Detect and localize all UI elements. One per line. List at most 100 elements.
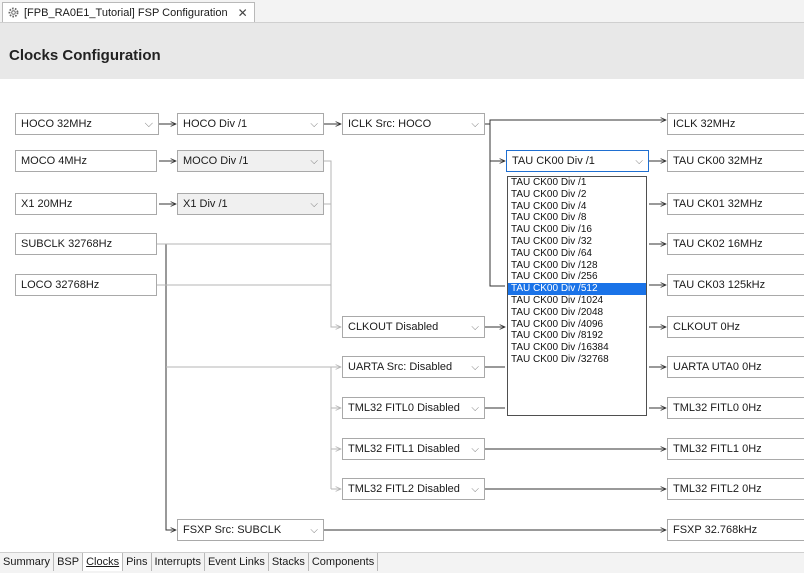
moco-source: MOCO 4MHz (15, 150, 157, 172)
chevron-down-icon: ⌵ (471, 402, 479, 414)
chevron-down-icon: ⌵ (471, 321, 479, 333)
chevron-down-icon: ⌵ (310, 118, 318, 130)
subclk-source: SUBCLK 32768Hz (15, 233, 157, 255)
dropdown-option[interactable]: TAU CK00 Div /2048 (508, 307, 646, 319)
tau-ck00-output: TAU CK00 32MHz (667, 150, 804, 172)
hoco-source-select[interactable]: HOCO 32MHz ⌵ (15, 113, 159, 135)
iclk-output-label: ICLK 32MHz (673, 118, 736, 130)
configuration-tab-bar: Summary BSP Clocks Pins Interrupts Event Link… (0, 552, 804, 573)
clock-diagram: HOCO 32MHz ⌵ MOCO 4MHz X1 20MHz SUBCLK 3… (0, 80, 804, 548)
iclk-src-label: ICLK Src: HOCO (348, 118, 432, 130)
tml32-fitl1-label: TML32 FITL1 Disabled (348, 443, 460, 455)
dropdown-option[interactable]: TAU CK00 Div /64 (508, 248, 646, 260)
chevron-down-icon: ⌵ (471, 361, 479, 373)
tau-ck03-output: TAU CK03 125kHz (667, 274, 804, 296)
chevron-down-icon: ⌵ (471, 483, 479, 495)
dropdown-option[interactable]: TAU CK00 Div /2 (508, 189, 646, 201)
hoco-div-select[interactable]: HOCO Div /1 ⌵ (177, 113, 324, 135)
dropdown-option[interactable]: TAU CK00 Div /512 (508, 283, 646, 295)
tau-ck00-output-label: TAU CK00 32MHz (673, 155, 763, 167)
fsxp-src-select[interactable]: FSXP Src: SUBCLK ⌵ (177, 519, 324, 541)
dropdown-option[interactable]: TAU CK00 Div /32 (508, 236, 646, 248)
tab-event-links[interactable]: Event Links (205, 553, 269, 571)
editor-tab-fsp-configuration[interactable]: [FPB_RA0E1_Tutorial] FSP Configuration ✕ (2, 2, 255, 22)
chevron-down-icon: ⌵ (144, 117, 153, 130)
tab-summary[interactable]: Summary (0, 553, 55, 571)
iclk-output: ICLK 32MHz (667, 113, 804, 135)
hoco-div-label: HOCO Div /1 (183, 118, 248, 130)
tml32-fitl1-output: TML32 FITL1 0Hz (667, 438, 804, 460)
dropdown-option[interactable]: TAU CK00 Div /256 (508, 271, 646, 283)
fsxp-output: FSXP 32.768kHz (667, 519, 804, 541)
editor-tab-label: [FPB_RA0E1_Tutorial] FSP Configuration (24, 6, 228, 19)
tab-stacks[interactable]: Stacks (269, 553, 309, 571)
chevron-down-icon: ⌵ (635, 155, 643, 167)
tml32-fitl0-output-label: TML32 FITL0 0Hz (673, 402, 762, 414)
loco-source: LOCO 32768Hz (15, 274, 157, 296)
tab-pins[interactable]: Pins (123, 553, 152, 571)
tau-ck03-output-label: TAU CK03 125kHz (673, 279, 766, 291)
tau-ck02-output-label: TAU CK02 16MHz (673, 238, 763, 250)
dropdown-option[interactable]: TAU CK00 Div /128 (508, 260, 646, 272)
close-icon[interactable]: ✕ (238, 6, 248, 20)
page-header: Clocks Configuration (0, 23, 804, 79)
tml32-fitl2-output: TML32 FITL2 0Hz (667, 478, 804, 500)
tab-bsp[interactable]: BSP (54, 553, 84, 571)
dropdown-option[interactable]: TAU CK00 Div /4096 (508, 319, 646, 331)
x1-source-label: X1 20MHz (21, 198, 73, 210)
dropdown-option[interactable]: TAU CK00 Div /16 (508, 224, 646, 236)
moco-source-label: MOCO 4MHz (21, 155, 87, 167)
dropdown-option[interactable]: TAU CK00 Div /8 (508, 212, 646, 224)
iclk-src-select[interactable]: ICLK Src: HOCO ⌵ (342, 113, 485, 135)
subclk-source-label: SUBCLK 32768Hz (21, 238, 113, 250)
clkout-output-label: CLKOUT 0Hz (673, 321, 741, 333)
fsxp-output-label: FSXP 32.768kHz (673, 524, 758, 536)
clkout-label: CLKOUT Disabled (348, 321, 439, 333)
chevron-down-icon: ⌵ (310, 198, 318, 210)
chevron-down-icon: ⌵ (310, 524, 318, 536)
tml32-fitl2-label: TML32 FITL2 Disabled (348, 483, 460, 495)
moco-div-select[interactable]: MOCO Div /1 ⌵ (177, 150, 324, 172)
tau-ck00-div-dropdown-list[interactable]: TAU CK00 Div /1 TAU CK00 Div /2 TAU CK00 D… (507, 176, 647, 416)
clkout-output: CLKOUT 0Hz (667, 316, 804, 338)
hoco-source-label: HOCO 32MHz (21, 118, 92, 130)
moco-div-label: MOCO Div /1 (183, 155, 249, 167)
uarta-src-select[interactable]: UARTA Src: Disabled ⌵ (342, 356, 485, 378)
chevron-down-icon: ⌵ (471, 443, 479, 455)
dropdown-option[interactable]: TAU CK00 Div /4 (508, 201, 646, 213)
chevron-down-icon: ⌵ (471, 118, 479, 130)
dropdown-option[interactable]: TAU CK00 Div /32768 (508, 354, 646, 366)
page-title: Clocks Configuration (9, 47, 161, 64)
tau-ck00-div-select[interactable]: TAU CK00 Div /1 ⌵ (506, 150, 649, 172)
tml32-fitl0-label: TML32 FITL0 Disabled (348, 402, 460, 414)
tau-ck00-div-label: TAU CK00 Div /1 (512, 155, 595, 167)
clkout-select[interactable]: CLKOUT Disabled ⌵ (342, 316, 485, 338)
tab-interrupts[interactable]: Interrupts (152, 553, 205, 571)
tau-ck01-output: TAU CK01 32MHz (667, 193, 804, 215)
x1-div-select[interactable]: X1 Div /1 ⌵ (177, 193, 324, 215)
uarta-src-label: UARTA Src: Disabled (348, 361, 453, 373)
tml32-fitl2-output-label: TML32 FITL2 0Hz (673, 483, 762, 495)
dropdown-option[interactable]: TAU CK00 Div /16384 (508, 342, 646, 354)
tab-components[interactable]: Components (309, 553, 379, 571)
tml32-fitl1-output-label: TML32 FITL1 0Hz (673, 443, 762, 455)
fsxp-src-label: FSXP Src: SUBCLK (183, 524, 282, 536)
x1-source: X1 20MHz (15, 193, 157, 215)
gear-icon (8, 7, 19, 18)
tml32-fitl0-select[interactable]: TML32 FITL0 Disabled ⌵ (342, 397, 485, 419)
tab-clocks[interactable]: Clocks (83, 553, 124, 571)
tml32-fitl1-select[interactable]: TML32 FITL1 Disabled ⌵ (342, 438, 485, 460)
dropdown-option[interactable]: TAU CK00 Div /1 (508, 177, 646, 189)
uarta-output: UARTA UTA0 0Hz (667, 356, 804, 378)
loco-source-label: LOCO 32768Hz (21, 279, 100, 291)
x1-div-label: X1 Div /1 (183, 198, 228, 210)
tau-ck02-output: TAU CK02 16MHz (667, 233, 804, 255)
dropdown-option[interactable]: TAU CK00 Div /1024 (508, 295, 646, 307)
editor-tab-bar: [FPB_RA0E1_Tutorial] FSP Configuration ✕ (0, 0, 804, 23)
tml32-fitl0-output: TML32 FITL0 0Hz (667, 397, 804, 419)
tml32-fitl2-select[interactable]: TML32 FITL2 Disabled ⌵ (342, 478, 485, 500)
dropdown-option[interactable]: TAU CK00 Div /8192 (508, 330, 646, 342)
tau-ck01-output-label: TAU CK01 32MHz (673, 198, 763, 210)
chevron-down-icon: ⌵ (310, 155, 318, 167)
uarta-output-label: UARTA UTA0 0Hz (673, 361, 762, 373)
